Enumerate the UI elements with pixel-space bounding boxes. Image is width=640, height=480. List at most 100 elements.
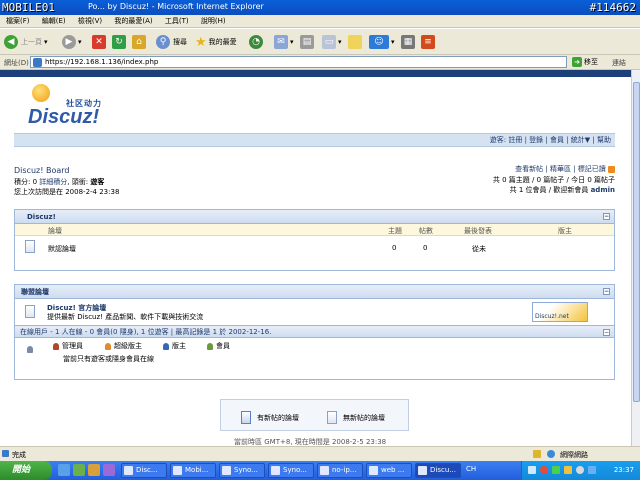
quicklaunch-ie-icon[interactable]: [58, 464, 70, 476]
window-icon: [369, 466, 378, 475]
alliance-row: Discuz! 官方論壇 提供最新 Discuz! 產品新聞、軟件下載與技術交流…: [15, 299, 614, 325]
mail-button[interactable]: ✉ ▾: [274, 33, 294, 51]
task-synology-2[interactable]: Syno...: [268, 463, 314, 478]
task-synology-1[interactable]: Syno...: [219, 463, 265, 478]
scrollbar-thumb[interactable]: [633, 82, 640, 402]
menu-favorites[interactable]: 我的最愛(A): [114, 15, 152, 28]
legend-no-new-posts: 無新帖的論壇: [327, 411, 385, 424]
start-button[interactable]: 開始: [0, 461, 52, 480]
forum-status-icon: [25, 305, 35, 318]
menu-file[interactable]: 檔案(F): [6, 15, 30, 28]
discuz-logo[interactable]: 社区动力 Discuz!: [28, 82, 128, 130]
stop-button[interactable]: ✕: [92, 33, 106, 51]
tray-icon-1[interactable]: [528, 466, 536, 474]
member-user-icon: [207, 342, 213, 350]
window-icon: [320, 466, 329, 475]
legend-mod: 版主: [163, 341, 186, 351]
menu-edit[interactable]: 編輯(E): [42, 15, 66, 28]
links-button[interactable]: 連結: [612, 58, 626, 68]
nav-help[interactable]: 幫助: [597, 136, 611, 144]
digest-link[interactable]: 精華區: [550, 165, 571, 173]
edit-button[interactable]: ▭ ▾: [322, 33, 342, 51]
category-header: Discuz! −: [15, 210, 614, 224]
task-discuz-1[interactable]: Disc...: [121, 463, 167, 478]
mark-read-link[interactable]: 標記已讀: [578, 165, 606, 173]
legend-member: 會員: [207, 341, 230, 351]
collapse-icon[interactable]: −: [603, 329, 610, 336]
task-discuz-2[interactable]: Discu...: [415, 463, 461, 478]
network-icon[interactable]: [588, 466, 596, 474]
vertical-scrollbar[interactable]: [631, 70, 640, 446]
edit-icon: ▭: [322, 35, 336, 49]
quicklaunch-media-icon[interactable]: [88, 464, 100, 476]
board-name[interactable]: Discuz! Board: [14, 166, 69, 175]
messenger-button[interactable]: ☺ ▾: [369, 33, 395, 51]
address-label: 網址(D): [4, 59, 29, 67]
search-button[interactable]: ⚲ 搜尋: [156, 33, 187, 51]
timezone-footer: 當前時區 GMT+8, 現在時間是 2008-2-5 23:38: [234, 438, 387, 446]
lightbulb-icon: [32, 84, 50, 102]
forum-status-icon: [25, 240, 35, 253]
history-button[interactable]: ◔: [249, 33, 263, 51]
chevron-down-icon: ▾: [290, 38, 294, 46]
research-icon: ▦: [401, 35, 415, 49]
new-posts-link[interactable]: 查看新帖: [515, 165, 543, 173]
forum-link[interactable]: 默認論壇: [48, 244, 76, 254]
globe-icon: [547, 450, 555, 458]
admin-user-icon: [53, 342, 59, 350]
category-title[interactable]: Discuz!: [27, 213, 56, 221]
go-button[interactable]: ➜ 移至: [572, 57, 598, 67]
window-icon: [271, 466, 280, 475]
menu-help[interactable]: 說明(H): [201, 15, 226, 28]
window-title: Po... by Discuz! - Microsoft Internet Ex…: [88, 2, 264, 11]
forum-row: 默認論壇 0 0 從未: [15, 236, 614, 258]
favorites-button[interactable]: ★ 我的最愛: [195, 33, 237, 51]
research-button[interactable]: ▦: [401, 33, 415, 51]
quicklaunch-app-icon[interactable]: [103, 464, 115, 476]
nav-members[interactable]: 會員: [550, 136, 564, 144]
address-url: https://192.168.1.136/index.php: [45, 58, 159, 66]
rss-icon[interactable]: [608, 165, 615, 173]
refresh-button[interactable]: ↻: [112, 33, 126, 51]
chevron-down-icon: ▾: [391, 38, 395, 46]
quicklaunch-desktop-icon[interactable]: [73, 464, 85, 476]
print-button[interactable]: ▤: [300, 33, 314, 51]
mod-user-icon: [163, 342, 169, 350]
window-icon: [124, 466, 133, 475]
addon-icon: ≡: [421, 35, 435, 49]
tray-icon-3[interactable]: [552, 466, 560, 474]
credits-detail-link[interactable]: 詳細積分: [39, 178, 67, 186]
collapse-icon[interactable]: −: [603, 213, 610, 220]
page-icon: [33, 58, 42, 67]
task-web[interactable]: web ...: [366, 463, 412, 478]
tray-icon-4[interactable]: [564, 466, 572, 474]
back-button[interactable]: ◀ 上一頁 ▾: [4, 33, 48, 51]
forward-button[interactable]: ▶ ▾: [62, 33, 82, 51]
nav-register[interactable]: 註冊: [508, 136, 522, 144]
menu-view[interactable]: 檢視(V): [78, 15, 102, 28]
chevron-down-icon: ▾: [44, 38, 48, 46]
newest-member-link[interactable]: admin: [591, 186, 615, 194]
nav-login[interactable]: 登錄: [529, 136, 543, 144]
nav-stats[interactable]: 統計▼: [571, 136, 590, 144]
stop-icon: ✕: [92, 35, 106, 49]
tray-icon-2[interactable]: [540, 466, 548, 474]
task-noip[interactable]: no-ip...: [317, 463, 363, 478]
alliance-banner[interactable]: Discuz!.net: [532, 302, 588, 322]
home-button[interactable]: ⌂: [132, 33, 146, 51]
task-mobile01[interactable]: Mobi...: [170, 463, 216, 478]
collapse-icon[interactable]: −: [603, 288, 610, 295]
volume-icon[interactable]: [576, 466, 584, 474]
online-note-row: 當前只有遊客或隱身會員在線: [15, 346, 614, 366]
language-indicator[interactable]: CH: [466, 465, 476, 473]
online-user-icon: [27, 346, 33, 353]
address-input[interactable]: https://192.168.1.136/index.php: [30, 56, 567, 68]
window-titlebar: MOBILE01 Po... by Discuz! - Microsoft In…: [0, 0, 640, 15]
addon-button[interactable]: ≡: [421, 33, 435, 51]
taskbar: 開始 Disc... Mobi... Syno... Syno... no-ip…: [0, 461, 640, 480]
legend-supermod: 超級版主: [105, 341, 142, 351]
clock: 23:37: [613, 466, 634, 474]
menu-tools[interactable]: 工具(T): [165, 15, 189, 28]
search-icon: ⚲: [156, 35, 170, 49]
discuss-button[interactable]: [348, 33, 362, 51]
